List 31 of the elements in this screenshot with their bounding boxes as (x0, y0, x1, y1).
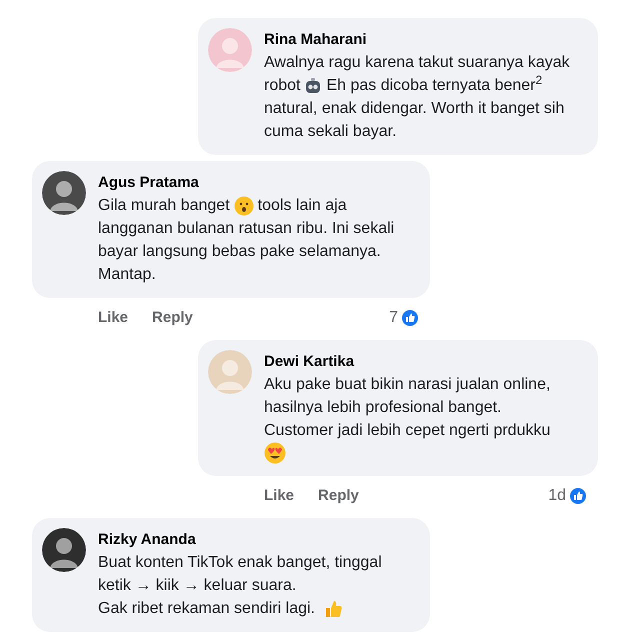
surprised-face-icon (234, 196, 254, 216)
reply-link[interactable]: Reply (152, 306, 193, 330)
reaction-count: 1d (548, 486, 566, 506)
robot-icon (304, 76, 322, 94)
comment-text: Awalnya ragu karena takut suaranya kayak (264, 53, 570, 73)
heart-eyes-face-icon (264, 442, 286, 464)
comment-text: Gila murah banget (98, 196, 230, 216)
comment-text: bayar langsung bebas pake selamanya. (98, 242, 381, 262)
comment-text: natural, enak didengar. Worth it banget sih (264, 99, 564, 119)
reply-link[interactable]: Reply (318, 484, 359, 508)
comment-text: Aku pake buat bikin narasi jualan online, (264, 375, 550, 395)
commenter-name[interactable]: Dewi Kartika (264, 351, 550, 373)
reaction-count: 7 (389, 308, 398, 328)
comment-text: Eh pas dicoba ternyata bener$^{2}$ (326, 74, 542, 96)
comment-text: hasilnya lebih profesional banget. (264, 398, 502, 418)
comment-text: ketik → kiik → keluar suara. (98, 576, 296, 596)
comment-text: tools lain aja (258, 196, 347, 216)
like-link[interactable]: Like (264, 484, 294, 508)
commenter-name[interactable]: Agus Pratama (98, 172, 394, 194)
comment-text: Customer jadi lebih cepet ngerti prdukku (264, 421, 550, 441)
comment-text: Gak ribet rekaman sendiri lagi. (98, 599, 315, 619)
comment-text: cuma sekali bayar. (264, 122, 397, 142)
like-link[interactable]: Like (98, 306, 128, 330)
commenter-name[interactable]: Rizky Ananda (98, 529, 382, 551)
comment-text: langganan bulanan ratusan ribu. Ini sekali (98, 219, 394, 239)
commenter-name[interactable]: Rina Maharani (264, 29, 570, 51)
like-reaction-icon (402, 310, 418, 326)
comment-text: robot (264, 76, 300, 96)
comment-text: Buat konten TikTok enak banget, tinggal (98, 553, 382, 573)
like-reaction-icon (570, 488, 586, 504)
comment-text: Mantap. (98, 265, 156, 285)
